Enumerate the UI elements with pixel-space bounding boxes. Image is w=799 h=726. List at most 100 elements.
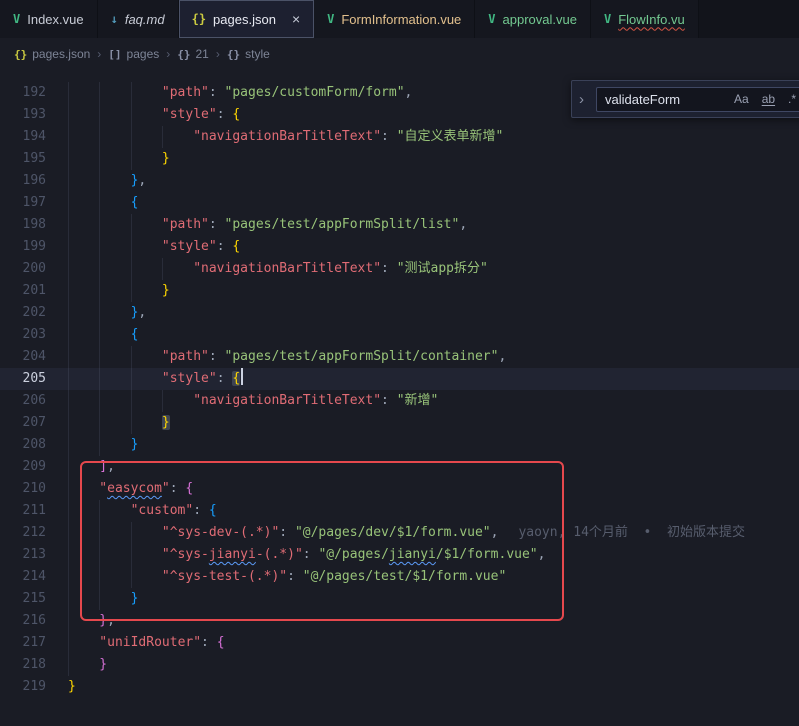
line-number[interactable]: 209 [0, 456, 68, 478]
tab-index-vue[interactable]: VIndex.vue [0, 0, 98, 38]
code-content[interactable]: } [68, 434, 799, 456]
breadcrumb-item-21[interactable]: {}21 [177, 47, 209, 61]
indent-guide [68, 82, 99, 104]
line-number[interactable]: 219 [0, 676, 68, 698]
code-content[interactable]: { [68, 324, 799, 346]
json-file-icon: {} [14, 48, 27, 61]
code-content[interactable]: { [68, 192, 799, 214]
code-content[interactable]: }, [68, 610, 799, 632]
line-number[interactable]: 206 [0, 390, 68, 412]
line-number[interactable]: 207 [0, 412, 68, 434]
vscode-editor-window: VIndex.vue↓faq.md{}pages.json×VFormInfor… [0, 0, 799, 726]
token: { [217, 635, 225, 650]
code-line-208: 208} [0, 434, 799, 456]
indent-guide [68, 346, 99, 368]
code-content[interactable]: ], [68, 456, 799, 478]
code-content[interactable]: } [68, 280, 799, 302]
breadcrumb-item-pages-json[interactable]: {}pages.json [14, 47, 90, 61]
code-line-210: 210"easycom": { [0, 478, 799, 500]
token: "navigationBarTitleText" [193, 393, 381, 408]
toggle-replace-chevron[interactable]: › [579, 91, 589, 108]
code-content[interactable]: "navigationBarTitleText": "测试app拆分" [68, 258, 799, 280]
line-number[interactable]: 203 [0, 324, 68, 346]
line-number[interactable]: 218 [0, 654, 68, 676]
code-content[interactable]: "path": "pages/test/appFormSplit/list", [68, 214, 799, 236]
regex-icon[interactable]: .* [788, 92, 796, 106]
line-number[interactable]: 216 [0, 610, 68, 632]
token: "path" [162, 217, 209, 232]
line-number[interactable]: 213 [0, 544, 68, 566]
indent-guide [162, 126, 193, 148]
code-content[interactable]: } [68, 588, 799, 610]
line-number[interactable]: 201 [0, 280, 68, 302]
breadcrumb-label: pages [127, 47, 160, 61]
tab-approval-vue[interactable]: Vapproval.vue [475, 0, 591, 38]
code-content[interactable]: "^sys-dev-(.*)": "@/pages/dev/$1/form.vu… [68, 522, 799, 544]
line-number[interactable]: 192 [0, 82, 68, 104]
indent-guide [131, 82, 162, 104]
line-number[interactable]: 214 [0, 566, 68, 588]
line-number[interactable]: 204 [0, 346, 68, 368]
code-content[interactable]: } [68, 654, 799, 676]
indent-guide [68, 280, 99, 302]
text-cursor [241, 368, 243, 385]
line-number[interactable]: 208 [0, 434, 68, 456]
code-content[interactable]: "navigationBarTitleText": "自定义表单新增" [68, 126, 799, 148]
line-number[interactable]: 199 [0, 236, 68, 258]
indent-guide [99, 544, 130, 566]
line-number[interactable]: 202 [0, 302, 68, 324]
match-case-icon[interactable]: Aa [734, 92, 749, 106]
line-number[interactable]: 198 [0, 214, 68, 236]
line-number[interactable]: 194 [0, 126, 68, 148]
code-content[interactable]: "^sys-jianyi-(.*)": "@/pages/jianyi/$1/f… [68, 544, 799, 566]
vue-icon: V [604, 12, 611, 26]
breadcrumb-item-pages[interactable]: []pages [108, 47, 159, 61]
line-number[interactable]: 215 [0, 588, 68, 610]
indent-guide [68, 500, 99, 522]
code-content[interactable]: "path": "pages/test/appFormSplit/contain… [68, 346, 799, 368]
indent-guide [99, 302, 130, 324]
line-number[interactable]: 210 [0, 478, 68, 500]
code-content[interactable]: "^sys-test-(.*)": "@/pages/test/$1/form.… [68, 566, 799, 588]
line-number[interactable]: 197 [0, 192, 68, 214]
code-line-196: 196}, [0, 170, 799, 192]
indent-guide [131, 280, 162, 302]
code-content[interactable]: } [68, 676, 799, 698]
line-number[interactable]: 200 [0, 258, 68, 280]
token: { [131, 195, 139, 210]
token: "@/pages/ [318, 547, 388, 562]
indent-guide [68, 104, 99, 126]
token: } [99, 657, 107, 672]
code-content[interactable]: "navigationBarTitleText": "新增" [68, 390, 799, 412]
line-number[interactable]: 205 [0, 368, 68, 390]
tab-pages-json[interactable]: {}pages.json× [179, 0, 315, 38]
code-content[interactable]: "custom": { [68, 500, 799, 522]
token: : [170, 481, 186, 496]
indent-guide [131, 126, 162, 148]
line-number[interactable]: 212 [0, 522, 68, 544]
code-content[interactable]: }, [68, 302, 799, 324]
close-icon[interactable]: × [292, 12, 300, 26]
code-content[interactable]: "style": { [68, 368, 799, 390]
code-content[interactable]: }, [68, 170, 799, 192]
code-content[interactable]: "easycom": { [68, 478, 799, 500]
token: /$1/form.vue" [436, 547, 538, 562]
tab-faq-md[interactable]: ↓faq.md [98, 0, 179, 38]
line-number[interactable]: 211 [0, 500, 68, 522]
indent-guide [99, 82, 130, 104]
line-number[interactable]: 196 [0, 170, 68, 192]
breadcrumb-item-style[interactable]: {}style [227, 47, 270, 61]
vue-icon: V [13, 12, 20, 26]
tab-forminformation-vue[interactable]: VFormInformation.vue [314, 0, 475, 38]
line-number[interactable]: 193 [0, 104, 68, 126]
code-content[interactable]: } [68, 412, 799, 434]
whole-word-icon[interactable]: ab [762, 92, 775, 106]
line-number[interactable]: 195 [0, 148, 68, 170]
code-content[interactable]: } [68, 148, 799, 170]
code-content[interactable]: "uniIdRouter": { [68, 632, 799, 654]
tab-flowinfo-vu[interactable]: VFlowInfo.vu [591, 0, 699, 38]
token: "style" [162, 239, 217, 254]
code-content[interactable]: "style": { [68, 236, 799, 258]
indent-guide [68, 654, 99, 676]
line-number[interactable]: 217 [0, 632, 68, 654]
